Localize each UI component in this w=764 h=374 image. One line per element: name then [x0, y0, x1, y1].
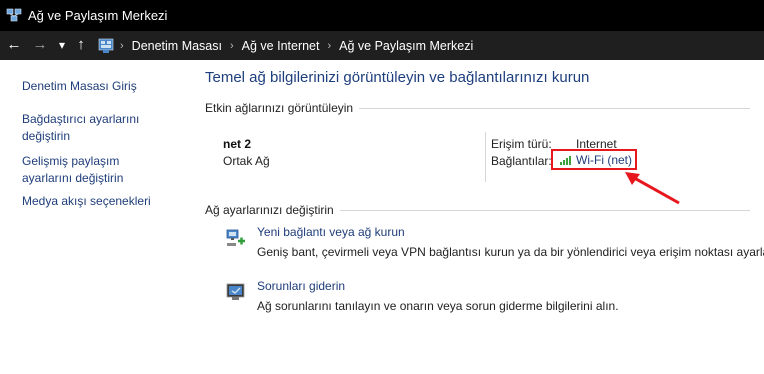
new-connection-description: Geniş bant, çevirmeli veya VPN bağlantıs… — [257, 245, 764, 259]
breadcrumb-separator-icon: › — [327, 40, 332, 52]
breadcrumb: › Denetim Masası › Ağ ve Internet › Ağ v… — [120, 36, 473, 56]
window-title: Ağ ve Paylaşım Merkezi — [28, 8, 168, 23]
recent-locations-chevron-icon[interactable]: ▾ — [56, 36, 68, 54]
breadcrumb-separator-icon: › — [120, 40, 124, 52]
task-troubleshoot: Sorunları giderin Ağ sorunlarını tanılay… — [225, 279, 755, 319]
network-name: net 2 — [223, 137, 252, 151]
back-arrow-icon[interactable]: ← — [6, 36, 22, 54]
breadcrumb-item-denetim-masasi[interactable]: Denetim Masası — [132, 39, 222, 53]
section-divider — [339, 209, 750, 211]
sidebar-item-media-streaming[interactable]: Medya akışı seçenekleri — [22, 193, 182, 210]
title-bar: Ağ ve Paylaşım Merkezi — [0, 0, 764, 31]
forward-arrow-icon[interactable]: → — [32, 36, 48, 54]
new-connection-link[interactable]: Yeni bağlantı veya ağ kurun — [257, 225, 405, 239]
control-panel-icon — [98, 38, 114, 53]
troubleshoot-icon — [226, 283, 245, 300]
breadcrumb-item-ag-ve-internet[interactable]: Ağ ve Internet — [242, 39, 320, 53]
breadcrumb-item-ag-ve-paylasim-merkezi[interactable]: Ağ ve Paylaşım Merkezi — [339, 39, 473, 53]
active-networks-section-header: Etkin ağlarınızı görüntüleyin — [205, 101, 750, 115]
network-category: Ortak Ağ — [223, 154, 270, 168]
new-connection-icon — [226, 229, 245, 246]
sidebar: Denetim Masası Giriş Bağdaştırıcı ayarla… — [22, 78, 182, 218]
sidebar-item-control-panel-home[interactable]: Denetim Masası Giriş — [22, 78, 182, 95]
annotation-arrow-icon — [625, 172, 680, 205]
connections-label: Bağlantılar: — [491, 154, 552, 168]
access-type-label: Erişim türü: — [491, 137, 552, 151]
network-details-divider — [485, 132, 486, 182]
breadcrumb-separator-icon: › — [229, 40, 234, 52]
change-settings-title: Ağ ayarlarınızı değiştirin — [205, 203, 334, 217]
page-title: Temel ağ bilgilerinizi görüntüleyin ve b… — [205, 69, 590, 86]
address-bar: ← → ▾ ↑ › Denetim Masası › Ağ ve Interne… — [0, 31, 764, 60]
section-divider — [359, 107, 750, 109]
up-arrow-icon[interactable]: ↑ — [74, 36, 88, 54]
troubleshoot-link[interactable]: Sorunları giderin — [257, 279, 345, 293]
task-new-connection: Yeni bağlantı veya ağ kurun Geniş bant, … — [225, 225, 764, 265]
troubleshoot-description: Ağ sorunlarını tanılayın ve onarın veya … — [257, 299, 619, 313]
network-center-icon — [6, 8, 22, 22]
sidebar-item-adapter-settings[interactable]: Bağdaştırıcı ayarlarını değiştirin — [22, 111, 162, 145]
active-networks-title: Etkin ağlarınızı görüntüleyin — [205, 101, 354, 115]
sidebar-item-advanced-sharing[interactable]: Gelişmiş paylaşım ayarlarını değiştirin — [22, 153, 172, 187]
